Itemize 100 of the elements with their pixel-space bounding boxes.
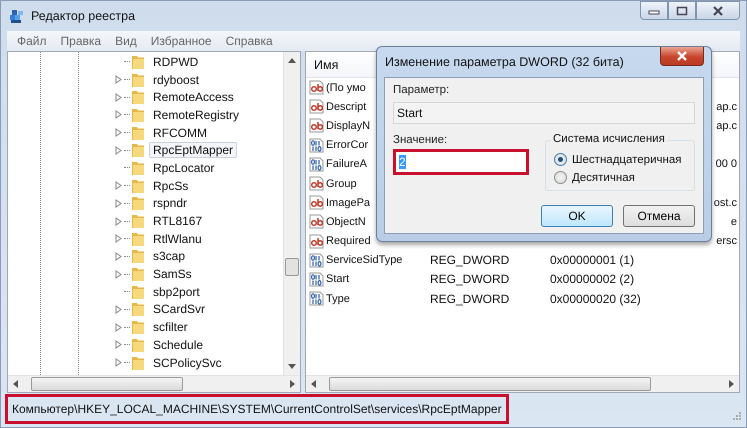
expand-arrow-icon[interactable] [115,216,122,226]
radio-button[interactable] [554,153,567,166]
string-value-icon [309,195,324,210]
scroll-thumb[interactable] [329,377,651,391]
expand-arrow-icon[interactable] [115,110,122,120]
dialog-title: Изменение параметра DWORD (32 бита) [384,55,624,69]
maximize-icon [676,6,688,16]
expand-arrow-icon[interactable] [115,340,122,350]
cancel-button[interactable]: Отмена [623,205,695,227]
close-button[interactable] [696,1,740,20]
menu-item[interactable]: Файл [11,34,53,48]
value-data: 0x00000001 (1) [550,253,634,268]
scroll-thumb[interactable] [31,377,183,391]
folder-icon [131,160,145,176]
string-value-icon [309,176,324,192]
scroll-right-icon[interactable] [290,380,295,388]
folder-icon [131,142,145,158]
folder-icon [131,354,145,371]
tree-item[interactable]: SCPolicySvc [149,354,226,371]
radio-button[interactable] [554,171,567,184]
scroll-left-icon[interactable] [311,380,316,388]
tree-item[interactable]: Schedule [149,336,208,353]
scroll-up-icon[interactable] [288,58,296,63]
value-data: 0x00000020 (32) [550,292,641,306]
tree-item[interactable]: SCardSvr [149,301,210,318]
window-title: Редактор реестра [31,9,136,23]
radio-label[interactable]: Десятичная [572,172,635,184]
vertical-scrollbar[interactable] [283,52,300,375]
scroll-down-icon[interactable] [288,364,296,369]
binary-value-icon [309,156,324,172]
expand-arrow-icon[interactable] [115,270,122,279]
expand-arrow-icon[interactable] [115,198,122,208]
value-name[interactable]: Type [326,292,430,305]
close-button[interactable] [660,47,704,66]
expand-arrow-icon[interactable] [115,75,122,84]
string-value-icon [309,118,324,134]
scroll-left-icon[interactable] [13,380,18,388]
group-label: Система исчисления [551,133,667,145]
value-type: REG_DWORD [430,292,510,306]
value-type: REG_DWORD [430,253,510,268]
tree-item[interactable]: RTL8167 [149,213,206,230]
value-data: 0x00000002 (2) [550,272,634,286]
horizontal-scrollbar[interactable] [306,375,739,392]
tree-item[interactable]: RDPWD [149,54,202,70]
scroll-thumb[interactable] [285,258,299,276]
tree-item[interactable]: s3cap [149,248,190,264]
tree-item[interactable]: RemoteRegistry [149,106,244,123]
expand-arrow-icon[interactable] [115,358,122,368]
expand-arrow-icon[interactable] [115,128,122,138]
binary-value-icon [309,272,324,287]
tree-item[interactable]: RtlWlanu [149,230,206,247]
string-value-icon [309,234,324,249]
tree-item[interactable]: RpcEptMapper [149,142,238,158]
expand-arrow-icon[interactable] [115,92,122,102]
radio-label[interactable]: Шестнадцатеричная [572,154,682,166]
tree-item[interactable]: RemoteAccess [149,89,238,106]
folder-icon [131,319,145,336]
expand-arrow-icon[interactable] [115,304,122,314]
folder-icon [131,72,145,88]
menu-item[interactable]: Вид [109,34,143,48]
value-data: ap.c [716,100,737,113]
folder-icon [131,284,145,300]
folder-icon [131,178,145,194]
menu-item[interactable]: Правка [54,34,108,48]
folder-icon [131,106,145,123]
folder-icon [131,89,145,106]
tree-item[interactable]: sbp2port [149,284,204,300]
tree-item[interactable]: SamSs [149,266,196,282]
ok-button[interactable]: OK [541,205,613,227]
folder-icon [131,124,145,141]
expand-arrow-icon[interactable] [115,252,122,261]
close-icon [712,6,724,16]
tree-item[interactable]: RpcLocator [149,160,218,176]
column-header[interactable]: Имя [314,58,338,72]
expand-arrow-icon[interactable] [115,322,122,332]
scroll-right-icon[interactable] [729,380,734,388]
parameter-field[interactable]: Start [393,102,695,124]
tree-item[interactable]: rdyboost [149,72,204,88]
menu-item[interactable]: Справка [220,34,279,48]
horizontal-scrollbar[interactable] [8,375,300,392]
minimize-button[interactable] [640,1,668,20]
expand-arrow-icon[interactable] [115,234,122,244]
folder-icon [131,336,145,353]
value-name[interactable]: ServiceSidType [326,254,430,266]
value-data: ost.c [714,196,737,209]
menu-item[interactable]: Избранное [144,34,218,48]
maximize-button[interactable] [668,1,696,20]
tree-item[interactable]: RpcSs [149,178,192,194]
resize-grip-icon[interactable] [732,411,742,421]
tree-item[interactable]: rspndr [149,195,192,212]
value-name[interactable]: Start [326,273,430,286]
registry-cubes-icon [9,8,25,24]
expand-arrow-icon[interactable] [115,146,122,155]
expand-arrow-icon[interactable] [115,181,122,190]
folder-icon [131,230,145,247]
folder-icon [131,266,145,282]
tree-item[interactable]: scfilter [149,319,192,336]
tree-item[interactable]: RFCOMM [149,124,211,141]
value-data: 00 0 [716,158,737,170]
folder-icon [131,195,145,212]
